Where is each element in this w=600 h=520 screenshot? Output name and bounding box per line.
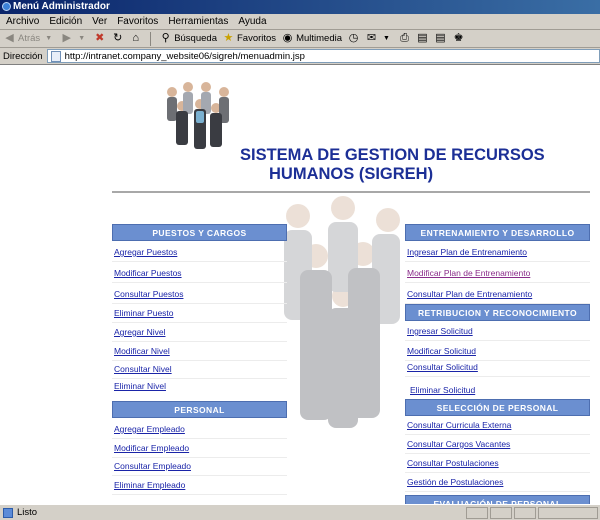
link-consultar-puestos[interactable]: Consultar Puestos	[112, 285, 287, 304]
link-gestion-postulaciones[interactable]: Gestión de Postulaciones	[405, 473, 590, 492]
chevron-down-icon: ▼	[383, 35, 390, 42]
multimedia-icon: ◉	[282, 32, 293, 44]
back-label: Atrás	[18, 33, 41, 44]
refresh-icon: ↻	[113, 32, 123, 44]
link-eliminar-empleado[interactable]: Eliminar Empleado	[112, 476, 287, 495]
address-url: http://intranet.company_website06/sigreh…	[64, 50, 305, 62]
page-title-line2: HUMANOS (SIGREH)	[269, 165, 434, 183]
favorites-button[interactable]: ★ Favoritos	[222, 32, 277, 45]
link-modificar-puestos[interactable]: Modificar Puestos	[112, 264, 287, 283]
menu-favoritos[interactable]: Favoritos	[117, 16, 158, 27]
link-ingresar-plan-entrenamiento[interactable]: Ingresar Plan de Entrenamiento	[405, 243, 590, 262]
page-done-icon	[3, 507, 13, 518]
page-icon	[50, 50, 61, 62]
status-cell	[466, 507, 488, 519]
menu-herramientas[interactable]: Herramientas	[168, 16, 228, 27]
toolbar-separator	[147, 31, 154, 46]
link-consultar-solicitud[interactable]: Consultar Solicitud	[405, 358, 590, 377]
link-consultar-postulaciones[interactable]: Consultar Postulaciones	[405, 454, 590, 473]
search-icon: ⚲	[161, 32, 170, 44]
link-eliminar-solicitud[interactable]: Eliminar Solicitud	[408, 381, 590, 400]
page-title-line1: SISTEMA DE GESTION DE RECURSOS	[240, 146, 545, 164]
multimedia-label: Multimedia	[296, 33, 342, 44]
history-button[interactable]: ◷	[347, 32, 360, 45]
home-button[interactable]: ⌂	[129, 32, 142, 45]
header-divider	[112, 191, 590, 193]
menu-bar: Archivo Edición Ver Favoritos Herramient…	[0, 14, 600, 30]
address-input[interactable]: http://intranet.company_website06/sigreh…	[46, 49, 600, 63]
print-button[interactable]: ⎙	[398, 32, 411, 45]
edit-icon: ▤	[417, 32, 428, 44]
link-modificar-empleado[interactable]: Modificar Empleado	[112, 439, 287, 458]
window-title-bar: Menú Administrador	[0, 0, 600, 14]
discuss-icon: ▤	[435, 32, 446, 44]
zone-indicator	[538, 507, 598, 519]
section-header-seleccion: SELECCIÓN DE PERSONAL	[405, 399, 590, 416]
link-agregar-puestos[interactable]: Agregar Puestos	[112, 243, 287, 262]
chevron-down-icon: ▼	[78, 35, 86, 42]
section-header-personal: PERSONAL	[112, 401, 287, 418]
link-agregar-nivel[interactable]: Agregar Nivel	[112, 323, 287, 342]
link-consultar-empleado[interactable]: Consultar Empleado	[112, 457, 287, 476]
multimedia-button[interactable]: ◉ Multimedia	[281, 32, 342, 45]
team-background-image	[284, 196, 400, 428]
link-consultar-plan-entrenamiento[interactable]: Consultar Plan de Entrenamiento	[405, 285, 590, 304]
section-header-retribucion: RETRIBUCION Y RECONOCIMIENTO	[405, 304, 590, 321]
forward-button[interactable]: ▶ ▼	[60, 32, 88, 45]
page-content: SISTEMA DE GESTION DE RECURSOS HUMANOS (…	[0, 66, 600, 504]
messenger-icon: ♚	[453, 32, 464, 44]
team-photo	[167, 82, 229, 149]
address-label: Dirección	[3, 50, 43, 62]
status-cells	[466, 507, 598, 519]
section-header-evaluacion: EVALUACIÓN DE PERSONAL	[405, 495, 590, 504]
window-title: Menú Administrador	[13, 1, 110, 12]
mail-icon: ✉	[366, 32, 377, 44]
link-consultar-curricula-externa[interactable]: Consultar Curricula Externa	[405, 416, 590, 435]
section-header-puestos: PUESTOS Y CARGOS	[112, 224, 287, 241]
search-label: Búsqueda	[174, 33, 217, 44]
status-cell	[490, 507, 512, 519]
back-button[interactable]: ◀ Atrás ▼	[3, 32, 55, 45]
forward-arrow-icon: ▶	[62, 32, 71, 44]
link-eliminar-puesto[interactable]: Eliminar Puesto	[112, 304, 287, 323]
back-arrow-icon: ◀	[5, 32, 14, 44]
page-title: SISTEMA DE GESTION DE RECURSOS HUMANOS (…	[240, 146, 545, 184]
stop-button[interactable]: ✖	[93, 32, 106, 45]
link-consultar-cargos-vacantes[interactable]: Consultar Cargos Vacantes	[405, 435, 590, 454]
search-button[interactable]: ⚲ Búsqueda	[159, 32, 217, 45]
chevron-down-icon: ▼	[45, 35, 53, 42]
menu-ayuda[interactable]: Ayuda	[238, 16, 266, 27]
link-eliminar-nivel[interactable]: Eliminar Nivel	[112, 377, 287, 396]
link-agregar-empleado[interactable]: Agregar Empleado	[112, 420, 287, 439]
link-ingresar-solicitud[interactable]: Ingresar Solicitud	[405, 322, 590, 341]
link-modificar-nivel[interactable]: Modificar Nivel	[112, 342, 287, 361]
address-bar: Dirección http://intranet.company_websit…	[0, 48, 600, 65]
star-icon: ★	[223, 32, 234, 44]
status-bar: Listo	[0, 504, 600, 520]
discuss-button[interactable]: ▤	[434, 32, 447, 45]
menu-archivo[interactable]: Archivo	[6, 16, 39, 27]
menu-edicion[interactable]: Edición	[49, 16, 82, 27]
refresh-button[interactable]: ↻	[111, 32, 124, 45]
edit-button[interactable]: ▤	[416, 32, 429, 45]
status-cell	[514, 507, 536, 519]
home-icon: ⌂	[132, 32, 140, 44]
status-text: Listo	[17, 507, 38, 518]
browser-icon	[2, 2, 11, 11]
menu-ver[interactable]: Ver	[92, 16, 107, 27]
favorites-label: Favoritos	[236, 33, 277, 44]
mail-button[interactable]: ✉ ▼	[365, 32, 393, 45]
stop-icon: ✖	[95, 32, 105, 44]
link-modificar-plan-entrenamiento[interactable]: Modificar Plan de Entrenamiento	[405, 264, 590, 283]
toolbar: ◀ Atrás ▼ ▶ ▼ ✖ ↻ ⌂ ⚲ Búsqueda ★ Favorit…	[0, 30, 600, 48]
print-icon: ⎙	[400, 32, 409, 44]
messenger-button[interactable]: ♚	[452, 32, 465, 45]
separator	[150, 31, 152, 46]
history-icon: ◷	[348, 32, 359, 44]
section-header-entrenamiento: ENTRENAMIENTO Y DESARROLLO	[405, 224, 590, 241]
